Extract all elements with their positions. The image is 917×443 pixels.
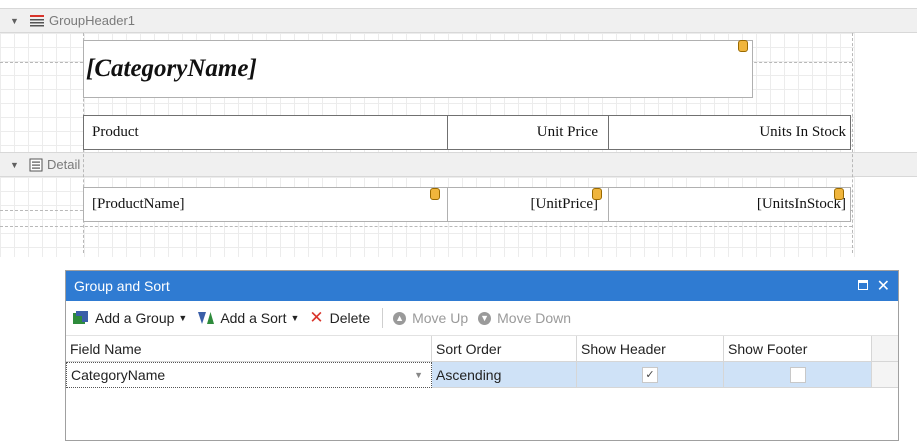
add-sort-button[interactable]: Add a Sort ▼ — [197, 310, 299, 326]
delete-label: Delete — [329, 310, 371, 326]
dropdown-arrow-icon: ▼ — [178, 313, 188, 323]
field-name-dropdown-icon[interactable]: ▼ — [414, 370, 423, 380]
delete-icon: ✕ — [309, 308, 324, 327]
panel-toolbar: Add a Group ▼ Add a Sort ▼ ✕ Delete ▲ Mo… — [66, 301, 898, 336]
units-in-stock-header-cell[interactable]: Units In Stock — [608, 115, 851, 150]
move-down-label: Move Down — [497, 310, 572, 326]
show-footer-cell[interactable] — [724, 362, 872, 388]
unit-price-header-cell[interactable]: Unit Price — [447, 115, 609, 150]
unit-price-header-label: Unit Price — [536, 124, 598, 140]
close-icon[interactable]: ✕ — [877, 276, 890, 296]
show-footer-checkbox[interactable] — [789, 366, 806, 383]
unit-price-text: [UnitPrice] — [530, 196, 598, 212]
add-group-label: Add a Group — [95, 310, 175, 326]
move-down-button[interactable]: ▼ Move Down — [478, 310, 571, 326]
product-name-text: [ProductName] — [92, 196, 185, 212]
toolbar-separator — [382, 308, 384, 328]
row-filler — [872, 362, 898, 388]
column-header-show-footer[interactable]: Show Footer — [724, 336, 872, 362]
product-header-cell[interactable]: Product — [83, 115, 448, 150]
category-name-text: [CategoryName] — [86, 55, 257, 82]
panel-title: Group and Sort — [74, 278, 170, 294]
add-sort-icon — [198, 312, 215, 324]
column-header-show-header[interactable]: Show Header — [577, 336, 724, 362]
grid-header-row: Field Name Sort Order Show Header Show F… — [66, 336, 898, 362]
move-up-label: Move Up — [412, 310, 469, 326]
unit-price-field[interactable]: [UnitPrice] — [447, 187, 609, 222]
detail-band-header[interactable]: ▼ Detail — [0, 152, 917, 177]
units-in-stock-header-label: Units In Stock — [759, 124, 846, 140]
group-header-band-label: GroupHeader1 — [49, 13, 135, 28]
right-margin-guide — [852, 33, 853, 253]
show-header-cell[interactable]: ✓ — [577, 362, 724, 388]
show-header-checkbox[interactable]: ✓ — [642, 366, 658, 383]
sort-order-value: Ascending — [436, 366, 502, 383]
horizontal-guide — [0, 226, 852, 227]
collapse-caret-icon[interactable]: ▼ — [10, 160, 20, 170]
units-in-stock-text: [UnitsInStock] — [756, 196, 846, 212]
add-group-button[interactable]: Add a Group ▼ — [72, 310, 187, 326]
group-and-sort-panel: Group and Sort ✕ Add a Group ▼ Add a Sor… — [65, 270, 899, 441]
dropdown-arrow-icon: ▼ — [290, 313, 300, 323]
column-header-sort-order[interactable]: Sort Order — [432, 336, 577, 362]
group-header-icon — [29, 14, 45, 28]
product-header-label: Product — [92, 124, 139, 140]
category-name-field[interactable]: [CategoryName] — [83, 40, 753, 98]
grid-header-filler — [872, 336, 898, 362]
table-row[interactable]: CategoryName ▼ Ascending ✓ — [66, 362, 898, 388]
units-in-stock-field[interactable]: [UnitsInStock] — [608, 187, 851, 222]
column-header-field-name[interactable]: Field Name — [66, 336, 432, 362]
add-sort-label: Add a Sort — [220, 310, 287, 326]
delete-button[interactable]: ✕ Delete — [309, 308, 370, 328]
add-group-icon — [73, 311, 88, 324]
move-up-button[interactable]: ▲ Move Up — [393, 310, 468, 326]
field-name-cell[interactable]: CategoryName ▼ — [66, 362, 432, 388]
panel-title-bar: Group and Sort ✕ — [66, 271, 898, 301]
sort-order-cell[interactable]: Ascending — [432, 362, 577, 388]
detail-band-icon — [29, 158, 43, 172]
data-binding-icon — [430, 188, 440, 200]
maximize-icon[interactable] — [858, 280, 868, 290]
group-header-band-header[interactable]: ▼ GroupHeader1 — [0, 8, 917, 33]
move-up-icon: ▲ — [393, 311, 407, 325]
collapse-caret-icon[interactable]: ▼ — [10, 16, 20, 26]
move-down-icon: ▼ — [478, 311, 492, 325]
data-binding-icon — [834, 188, 844, 200]
product-name-field[interactable]: [ProductName] — [83, 187, 448, 222]
data-binding-icon — [738, 40, 748, 52]
field-name-value: CategoryName — [71, 367, 166, 383]
data-binding-icon — [592, 188, 602, 200]
detail-band-label: Detail — [47, 157, 81, 172]
